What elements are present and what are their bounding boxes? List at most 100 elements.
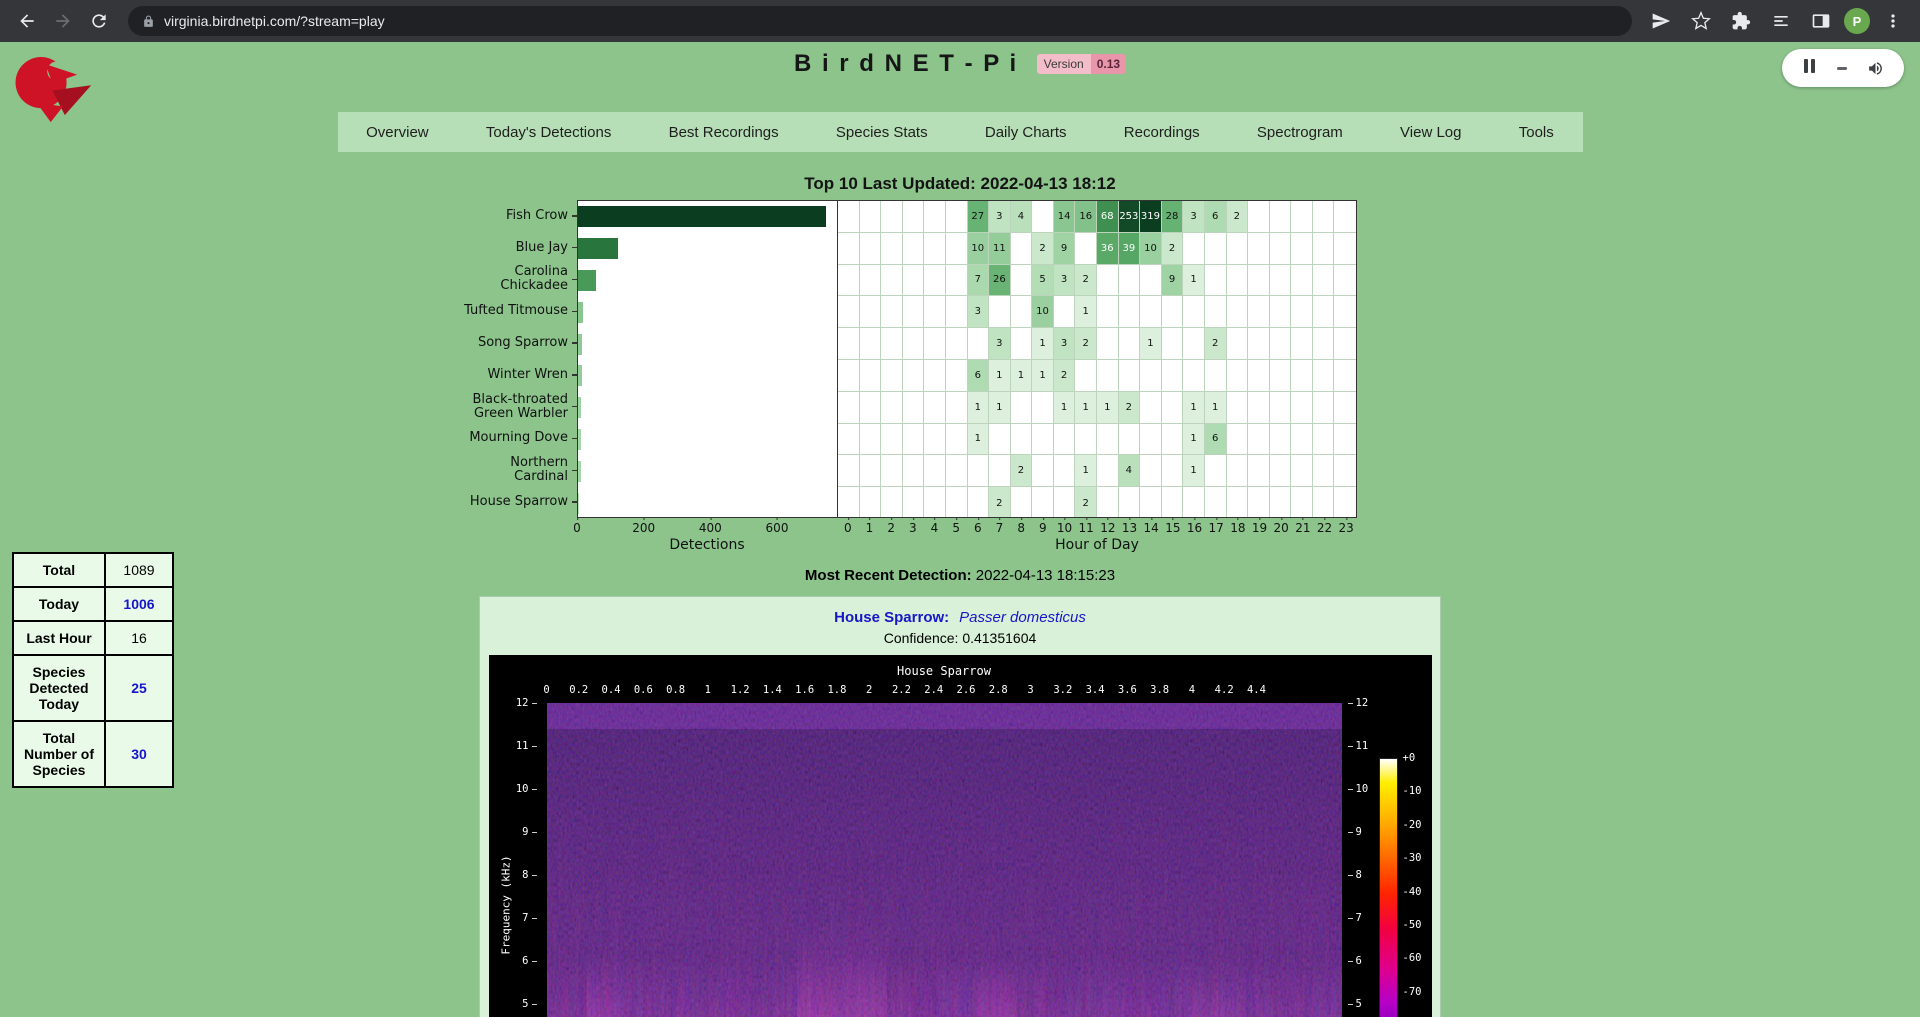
heatmap-cell: 68 xyxy=(1097,201,1119,233)
bar-row xyxy=(578,265,837,297)
hour-axis-tick: 15 xyxy=(1165,521,1180,535)
pause-button[interactable] xyxy=(1802,59,1816,78)
speaker-icon[interactable] xyxy=(1867,60,1884,77)
heatmap-cell: 11 xyxy=(989,233,1011,265)
heatmap-cell: 3 xyxy=(989,201,1011,233)
heatmap-cell xyxy=(924,424,946,456)
heatmap-cell xyxy=(903,392,925,424)
heatmap-cell xyxy=(968,455,990,487)
heatmap-cell xyxy=(1334,424,1356,456)
back-button[interactable] xyxy=(10,4,44,38)
stats-row: Today1006 xyxy=(13,587,173,621)
heatmap-cell xyxy=(903,360,925,392)
heatmap-cell: 1 xyxy=(989,392,1011,424)
stats-value[interactable]: 30 xyxy=(105,721,173,787)
stats-value[interactable]: 25 xyxy=(105,655,173,721)
stats-value[interactable]: 1006 xyxy=(105,587,173,621)
heatmap-cell xyxy=(1140,360,1162,392)
forward-button[interactable] xyxy=(46,4,80,38)
nav-item-overview[interactable]: Overview xyxy=(358,120,437,145)
hour-axis-tick: 19 xyxy=(1252,521,1267,535)
detection-species-link[interactable]: House Sparrow: xyxy=(834,609,949,626)
nav-item-recordings[interactable]: Recordings xyxy=(1116,120,1208,145)
stats-label: Today xyxy=(13,587,105,621)
bookmark-button[interactable] xyxy=(1684,4,1718,38)
heatmap-cell xyxy=(1140,455,1162,487)
spec-x-tick: 1.8 xyxy=(827,684,846,696)
hour-axis-tick: 0 xyxy=(844,521,852,535)
audio-player[interactable] xyxy=(1782,49,1904,87)
reading-list-button[interactable] xyxy=(1764,4,1798,38)
heatmap-cell xyxy=(1248,201,1270,233)
colorbar-tick: -60 xyxy=(1403,952,1422,964)
hour-axis-tick: 1 xyxy=(866,521,874,535)
heatmap-cell xyxy=(946,201,968,233)
lock-icon xyxy=(142,15,155,28)
heatmap-cell xyxy=(1334,201,1356,233)
heatmap-cell: 3 xyxy=(1183,201,1205,233)
nav-item-today-s-detections[interactable]: Today's Detections xyxy=(478,120,619,145)
heatmap-cell xyxy=(1011,392,1033,424)
side-panel-button[interactable] xyxy=(1804,4,1838,38)
heatmap-cell xyxy=(1270,233,1292,265)
heatmap-cell: 1 xyxy=(1183,455,1205,487)
heatmap-cell xyxy=(924,360,946,392)
heatmap-cell xyxy=(903,233,925,265)
heatmap-cell xyxy=(1075,360,1097,392)
hour-axis-tick: 12 xyxy=(1100,521,1115,535)
heatmap-cell xyxy=(903,455,925,487)
profile-avatar[interactable]: P xyxy=(1844,8,1870,34)
heatmap-cell xyxy=(1291,201,1313,233)
hourly-heatmap: 2734141668253319283621011293639102726532… xyxy=(837,200,1357,553)
heatmap-cell xyxy=(860,201,882,233)
spec-x-tick: 3.8 xyxy=(1150,684,1169,696)
spec-x-tick: 2 xyxy=(866,684,872,696)
nav-item-best-recordings[interactable]: Best Recordings xyxy=(661,120,787,145)
nav-item-tools[interactable]: Tools xyxy=(1511,120,1562,145)
heatmap-cell xyxy=(881,328,903,360)
heatmap-cell xyxy=(1183,296,1205,328)
heatmap-cell xyxy=(1227,424,1249,456)
nav-item-daily-charts[interactable]: Daily Charts xyxy=(977,120,1075,145)
heatmap-cell xyxy=(1313,360,1335,392)
heatmap-cell xyxy=(1205,455,1227,487)
spec-x-tick: 1 xyxy=(705,684,711,696)
heatmap-cell xyxy=(1032,201,1054,233)
detections-bar-chart: 0200400600 Detections xyxy=(577,200,837,553)
extensions-button[interactable] xyxy=(1724,4,1758,38)
heatmap-cell xyxy=(1313,201,1335,233)
birdnet-pi-logo xyxy=(10,50,102,138)
spec-y-tick: 9 xyxy=(1356,826,1362,838)
heatmap-cell xyxy=(838,487,860,518)
browser-menu-button[interactable] xyxy=(1876,4,1910,38)
bar-axis-tick: 0 xyxy=(573,521,581,535)
heatmap-cell xyxy=(1140,296,1162,328)
hour-axis-tick: 18 xyxy=(1230,521,1245,535)
detections-bar xyxy=(578,270,596,291)
side-panel-icon xyxy=(1811,11,1831,31)
stats-label: Species Detected Today xyxy=(13,655,105,721)
heatmap-cell xyxy=(1097,360,1119,392)
heatmap-cell xyxy=(1227,392,1249,424)
hour-axis-tick: 14 xyxy=(1144,521,1159,535)
reload-button[interactable] xyxy=(82,4,116,38)
spec-y-tick: 7 xyxy=(522,912,528,924)
heatmap-cell xyxy=(1270,424,1292,456)
stats-row: Last Hour16 xyxy=(13,621,173,655)
seek-bar[interactable] xyxy=(1837,67,1847,70)
nav-item-spectrogram[interactable]: Spectrogram xyxy=(1249,120,1351,145)
heatmap-cell xyxy=(1140,392,1162,424)
heatmap-row: 61112 xyxy=(838,360,1356,392)
heatmap-cell: 1 xyxy=(1075,455,1097,487)
nav-item-species-stats[interactable]: Species Stats xyxy=(828,120,936,145)
detections-bar xyxy=(578,334,582,355)
heatmap-row: 116 xyxy=(838,424,1356,456)
spec-y-tick: 10 xyxy=(516,783,529,795)
stats-label: Last Hour xyxy=(13,621,105,655)
spec-y-tick: 10 xyxy=(1356,783,1369,795)
colorbar-tick: -30 xyxy=(1403,852,1422,864)
url-bar[interactable]: virginia.birdnetpi.com/?stream=play xyxy=(128,6,1632,36)
nav-item-view-log[interactable]: View Log xyxy=(1392,120,1469,145)
heatmap-cell xyxy=(1227,265,1249,297)
send-button[interactable] xyxy=(1644,4,1678,38)
